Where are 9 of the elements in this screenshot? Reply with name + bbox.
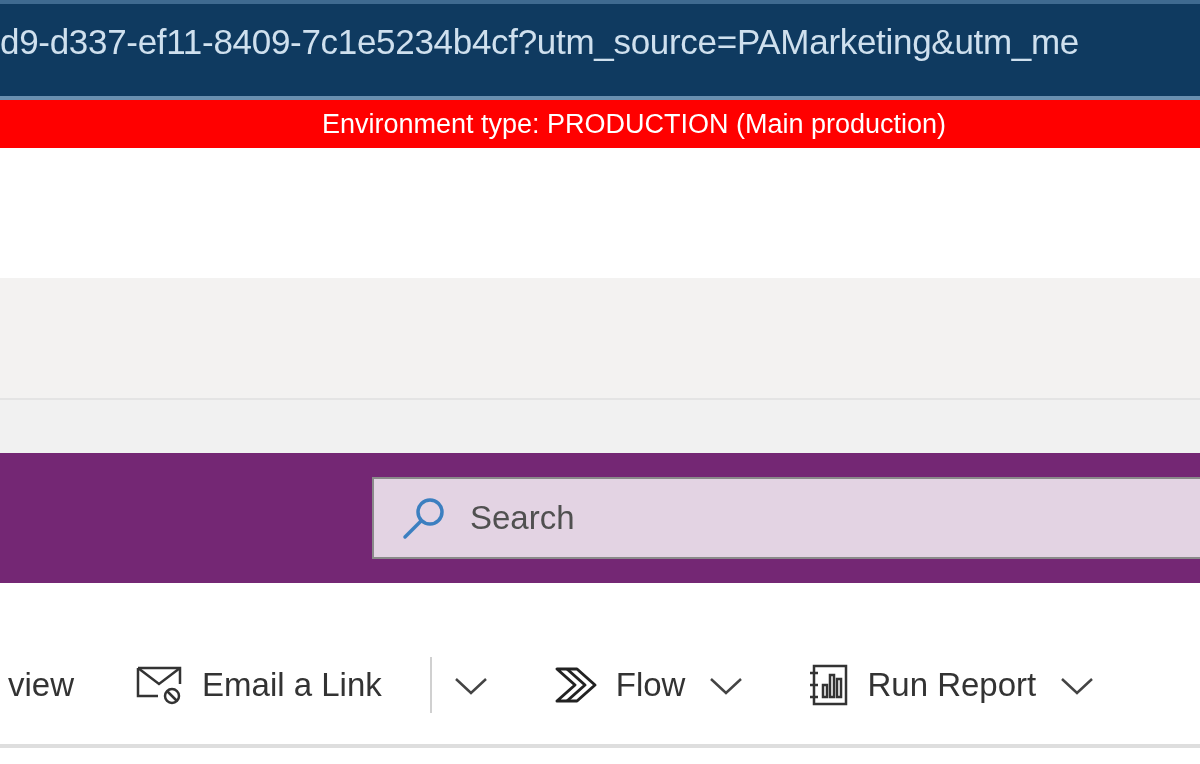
view-text[interactable]: view xyxy=(8,666,75,704)
chevron-down-icon[interactable] xyxy=(709,676,744,696)
chevron-down-icon[interactable] xyxy=(453,676,488,696)
search-field[interactable]: Search xyxy=(372,477,1200,559)
chevron-down-icon[interactable] xyxy=(1060,676,1095,696)
command-button[interactable]: Flow xyxy=(543,659,696,711)
command-button[interactable]: Email a Link xyxy=(126,658,392,712)
command-button[interactable]: Run Report xyxy=(799,657,1047,713)
environment-banner: Environment type: PRODUCTION (Main production) xyxy=(0,100,1200,148)
